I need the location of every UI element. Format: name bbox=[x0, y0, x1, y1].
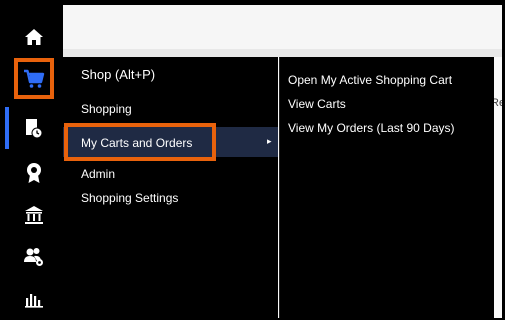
submenu-item-view-orders[interactable]: View My Orders (Last 90 Days) bbox=[288, 121, 455, 135]
sidebar-item-home[interactable] bbox=[5, 17, 63, 57]
app-toolbar bbox=[63, 49, 502, 57]
sidebar-item-bank[interactable] bbox=[5, 195, 63, 235]
award-ribbon-icon bbox=[27, 163, 41, 183]
menu-title[interactable]: Shop (Alt+P) bbox=[81, 67, 155, 82]
submenu-item-view-carts[interactable]: View Carts bbox=[288, 97, 346, 111]
app-header bbox=[63, 5, 502, 49]
submenu-item-open-active-cart[interactable]: Open My Active Shopping Cart bbox=[288, 73, 452, 87]
carts-submenu: Open My Active Shopping Cart View Carts … bbox=[279, 57, 494, 318]
sidebar-item-awards[interactable] bbox=[5, 153, 63, 193]
menu-item-admin[interactable]: Admin bbox=[81, 167, 115, 181]
sidebar-item-carts[interactable] bbox=[5, 109, 63, 149]
home-icon bbox=[25, 29, 43, 45]
people-gear-icon bbox=[24, 248, 43, 266]
bank-icon bbox=[25, 206, 43, 224]
sidebar-item-people[interactable] bbox=[5, 237, 63, 277]
shop-menu: Shop (Alt+P) Shopping My Carts and Order… bbox=[63, 57, 278, 318]
chevron-right-icon: ▸ bbox=[267, 136, 272, 146]
document-clock-icon bbox=[26, 119, 43, 139]
sidebar-item-reports[interactable] bbox=[5, 279, 63, 318]
bar-chart-icon bbox=[25, 294, 43, 308]
menu-item-shopping-settings[interactable]: Shopping Settings bbox=[81, 191, 178, 205]
app-window: Re bbox=[5, 5, 502, 318]
shop-highlight-box bbox=[14, 58, 54, 99]
sidebar-rail bbox=[5, 5, 63, 318]
carts-highlight-box bbox=[64, 123, 216, 161]
menu-item-shopping[interactable]: Shopping bbox=[81, 102, 132, 116]
